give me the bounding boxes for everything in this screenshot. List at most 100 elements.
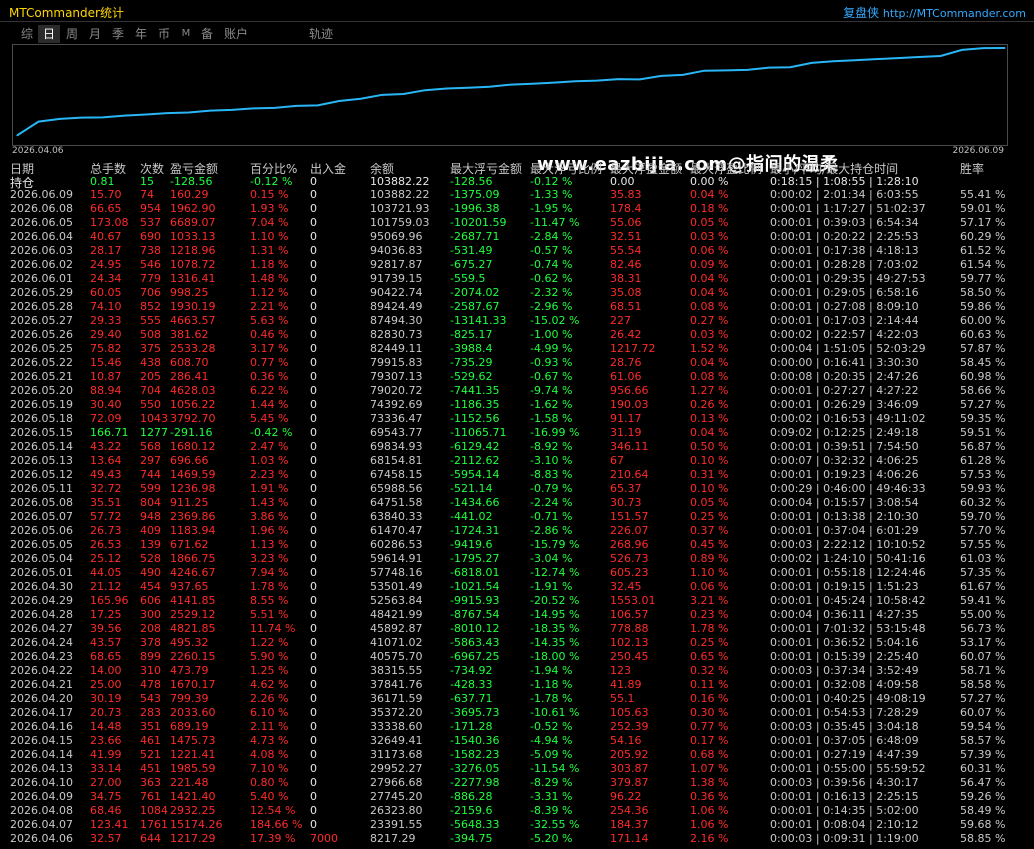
cell-pnl: 2529.12 (170, 608, 216, 621)
cell-max-float-loss: -529.62 (450, 370, 493, 383)
table-row[interactable]: 2026.04.14 41.99 521 1221.41 4.08 % 0 31173.68… (0, 748, 1034, 762)
cell-max-float-loss-pct: -0.79 % (530, 482, 573, 495)
tab-0[interactable]: 综 (16, 25, 38, 43)
table-row[interactable]: 2026.04.09 34.75 761 1421.40 5.40 % 0 27745.20… (0, 790, 1034, 804)
tab-9[interactable]: 账户 (219, 25, 253, 43)
tab-2[interactable]: 周 (61, 25, 83, 43)
cell-percent: 1.03 % (250, 454, 289, 467)
table-row[interactable]: 2026.05.21 10.87 205 286.41 0.36 % 0 79307.13 -… (0, 370, 1034, 384)
table-row[interactable]: 2026.05.18 72.09 1043 3792.70 5.45 % 0 73336.4… (0, 412, 1034, 426)
cell-count: 1761 (140, 818, 168, 831)
table-row[interactable]: 2026.04.24 43.57 378 495.32 1.22 % 0 41071.02 -… (0, 636, 1034, 650)
table-row[interactable]: 2026.05.27 29.33 555 4663.57 5.63 % 0 87494.30… (0, 314, 1034, 328)
cell-lots: 28.17 (90, 244, 122, 257)
table-row[interactable]: 2026.06.04 40.67 690 1033.13 1.10 % 0 95069.96… (0, 230, 1034, 244)
brand-url[interactable]: http://MTCommander.com (883, 7, 1026, 20)
table-row[interactable]: 2026.04.28 17.25 300 2529.12 5.51 % 0 48421.99… (0, 608, 1034, 622)
table-row[interactable]: 2026.04.15 23.66 461 1475.73 4.73 % 0 32649.41… (0, 734, 1034, 748)
table-row[interactable]: 2026.05.14 43.22 568 1680.12 2.47 % 0 69834.93… (0, 440, 1034, 454)
cell-max-float-gain: 38.31 (610, 272, 642, 285)
tab-7[interactable]: M (176, 25, 196, 43)
cell-count: 644 (140, 832, 161, 845)
cell-count: 546 (140, 258, 161, 271)
cell-lots: 74.10 (90, 300, 122, 313)
table-row[interactable]: 2026.05.28 74.10 852 1930.19 2.21 % 0 89424.49… (0, 300, 1034, 314)
brand-name[interactable]: 复盘侠 (843, 6, 879, 20)
brand[interactable]: 复盘侠 http://MTCommander.com (843, 4, 1026, 21)
table-row[interactable]: 2026.05.25 75.82 375 2533.28 3.17 % 0 82449.11… (0, 342, 1034, 356)
table-row[interactable]: 2026.05.12 49.43 744 1469.59 2.23 % 0 67458.15… (0, 468, 1034, 482)
cell-date: 2026.05.14 (10, 440, 73, 453)
cell-balance: 101759.03 (370, 216, 430, 229)
table-row[interactable]: 2026.04.22 14.00 310 473.79 1.25 % 0 38315.55 -… (0, 664, 1034, 678)
equity-point (403, 93, 405, 95)
cell-max-float-loss-pct: -18.00 % (530, 650, 580, 663)
table-row[interactable]: 2026.04.16 14.48 351 689.19 2.11 % 0 33338.60 -… (0, 720, 1034, 734)
cell-balance: 68154.81 (370, 454, 423, 467)
cell-balance: 79020.72 (370, 384, 423, 397)
table-row[interactable]: 2026.06.05 173.08 537 6689.07 7.04 % 0 101759.… (0, 216, 1034, 230)
table-row[interactable]: 2026.05.01 44.05 490 4246.67 7.94 % 0 57748.16… (0, 566, 1034, 580)
tab-6[interactable]: 币 (153, 25, 175, 43)
table-row[interactable]: 2026.05.29 60.05 706 998.25 1.12 % 0 90422.74 -… (0, 286, 1034, 300)
table-row[interactable]: 2026.05.15 166.71 1277 -291.16 -0.42 % 0 69543… (0, 426, 1034, 440)
tab-8[interactable]: 备 (196, 25, 218, 43)
cell-max-float-loss: -3695.73 (450, 706, 500, 719)
table-row[interactable]: 2026.04.10 27.00 363 221.48 0.80 % 0 27966.68 -… (0, 776, 1034, 790)
tab-1[interactable]: 日 (38, 25, 60, 43)
cell-pnl: 696.66 (170, 454, 209, 467)
cell-winrate: 59.54 % (960, 720, 1006, 733)
table-row[interactable]: 2026.04.30 21.12 454 937.65 1.78 % 0 53501.49 -… (0, 580, 1034, 594)
table-row[interactable]: 2026.05.05 26.53 139 671.62 1.13 % 0 60286.53 -… (0, 538, 1034, 552)
table-row[interactable]: 2026.05.13 13.64 297 696.66 1.03 % 0 68154.81 -… (0, 454, 1034, 468)
cell-max-float-gain-pct: 3.21 % (690, 594, 729, 607)
cell-percent: 1.12 % (250, 286, 289, 299)
cell-winrate: 61.28 % (960, 454, 1006, 467)
cell-deposit: 0 (310, 650, 317, 663)
table-row[interactable]: 2026.04.08 68.46 1084 2932.25 12.54 % 0 26323.… (0, 804, 1034, 818)
table-row[interactable]: 2026.04.21 25.00 478 1670.17 4.62 % 0 37841.76… (0, 678, 1034, 692)
cell-max-float-loss: -9915.93 (450, 594, 500, 607)
cell-max-float-loss: -1582.23 (450, 748, 500, 761)
table-row[interactable]: 2026.05.19 30.40 550 1056.22 1.44 % 0 74392.69… (0, 398, 1034, 412)
table-row[interactable]: 2026.05.07 57.72 948 2369.86 3.86 % 0 63840.33… (0, 510, 1034, 524)
table-row[interactable]: 2026.05.22 15.46 438 608.70 0.77 % 0 79915.83 -… (0, 356, 1034, 370)
table-row[interactable]: 2026.05.04 25.12 528 1866.75 3.23 % 0 59614.91… (0, 552, 1034, 566)
table-row[interactable]: 2026.05.08 35.51 804 911.25 1.43 % 0 64751.58 -… (0, 496, 1034, 510)
cell-date: 2026.05.08 (10, 496, 73, 509)
table-row[interactable]: 2026.04.29 165.96 606 4141.85 8.55 % 0 52563.8… (0, 594, 1034, 608)
table-row[interactable]: 2026.04.07 123.41 1761 15174.26 184.66 % 0 233… (0, 818, 1034, 832)
table-row[interactable]: 2026.06.02 24.95 546 1078.72 1.18 % 0 92817.87… (0, 258, 1034, 272)
cell-lots: 40.67 (90, 230, 122, 243)
table-row[interactable]: 2026.06.01 24.34 779 1316.41 1.48 % 0 91739.15… (0, 272, 1034, 286)
tab-5[interactable]: 年 (130, 25, 152, 43)
table-row[interactable]: 2026.04.06 32.57 644 1217.29 17.39 % 7000 8217… (0, 832, 1034, 846)
cell-hold-time: 0:00:01 | 0:19:23 | 4:06:26 (770, 468, 919, 481)
cell-max-float-loss: -1021.54 (450, 580, 500, 593)
tab-3[interactable]: 月 (84, 25, 106, 43)
table-row[interactable]: 2026.06.09 15.70 74 160.29 0.15 % 0 103882.22 -… (0, 188, 1034, 202)
header-winrate[interactable]: 胜率 (960, 160, 984, 177)
title-bar: MTCommander统计 复盘侠 http://MTCommander.com (0, 0, 1034, 22)
cell-hold-time: 0:00:01 | 0:37:05 | 6:48:09 (770, 734, 919, 747)
table-row[interactable]: 2026.05.06 26.73 409 1183.94 1.96 % 0 61470.47… (0, 524, 1034, 538)
tab-10[interactable]: 轨迹 (306, 25, 336, 43)
table-row[interactable]: 2026.04.13 33.14 451 1985.59 7.10 % 0 29952.27… (0, 762, 1034, 776)
table-row[interactable]: 2026.05.11 32.72 599 1236.98 1.91 % 0 65988.56… (0, 482, 1034, 496)
table-row[interactable]: 2026.04.20 30.19 543 799.39 2.26 % 0 36171.59 -… (0, 692, 1034, 706)
table-row[interactable]: 2026.05.26 29.40 508 381.62 0.46 % 0 82830.73 -… (0, 328, 1034, 342)
equity-point (854, 59, 856, 61)
table-row[interactable]: 2026.04.17 20.73 283 2033.60 6.10 % 0 35372.20… (0, 706, 1034, 720)
equity-point (446, 87, 448, 90)
cell-balance: 79307.13 (370, 370, 423, 383)
cell-percent: 0.77 % (250, 356, 289, 369)
table-row[interactable]: 2026.06.03 28.17 738 1218.96 1.31 % 0 94036.83… (0, 244, 1034, 258)
table-row[interactable]: 2026.05.20 88.94 704 4628.03 6.22 % 0 79020.72… (0, 384, 1034, 398)
tab-4[interactable]: 季 (107, 25, 129, 43)
cell-count: 478 (140, 678, 161, 691)
cell-balance: 69834.93 (370, 440, 423, 453)
cell-max-float-gain-pct: 0.25 % (690, 636, 729, 649)
table-row[interactable]: 2026.04.27 39.56 208 4821.85 11.74 % 0 45892.8… (0, 622, 1034, 636)
table-row[interactable]: 2026.06.08 66.65 954 1962.90 1.93 % 0 103721.9… (0, 202, 1034, 216)
table-row[interactable]: 2026.04.23 68.65 899 2260.15 5.90 % 0 40575.70… (0, 650, 1034, 664)
